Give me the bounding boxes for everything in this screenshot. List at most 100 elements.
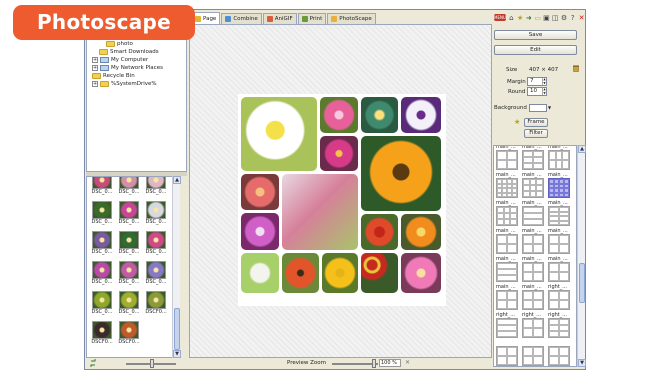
thumbnail-item[interactable]: DSC_0... xyxy=(89,291,115,316)
tree-item[interactable]: + My Computer xyxy=(92,56,148,64)
layout-template[interactable]: main_... xyxy=(548,228,572,254)
collage-cell-orange[interactable] xyxy=(401,214,441,250)
scroll-down-arrow-icon[interactable]: ▼ xyxy=(173,350,181,358)
thumbnail-item[interactable]: DSCF0... xyxy=(116,321,142,346)
preview-zoom-value[interactable]: 100 % xyxy=(379,359,401,367)
thumbnail-scrollbar[interactable]: ▲ ▼ xyxy=(172,176,181,358)
scroll-up-arrow-icon[interactable]: ▲ xyxy=(173,176,181,184)
tab-print[interactable]: Print xyxy=(297,13,327,24)
layout-template[interactable] xyxy=(522,340,546,366)
expand-icon[interactable]: + xyxy=(92,57,98,63)
layout-template[interactable]: main_... xyxy=(496,172,520,198)
star-icon[interactable]: ★ xyxy=(517,14,524,22)
layout-scrollbar[interactable]: ▲ ▼ xyxy=(577,145,586,367)
refresh-icon[interactable] xyxy=(89,359,97,367)
thumbnail-item[interactable]: DSC_0... xyxy=(116,201,142,226)
thumbnail-item[interactable]: DSC_0... xyxy=(116,261,142,286)
layout-template[interactable] xyxy=(548,340,572,366)
filter-button[interactable]: Filter xyxy=(524,129,548,138)
layout-template[interactable]: main_... xyxy=(496,284,520,310)
preview-zoom-slider-knob[interactable] xyxy=(372,359,376,368)
thumbnail-size-slider-knob[interactable] xyxy=(150,359,154,368)
layout-template[interactable]: main_... xyxy=(522,146,546,170)
layout-template[interactable]: main_... xyxy=(548,172,572,198)
thumbnail-item[interactable]: DSC_0... xyxy=(116,231,142,256)
layout-template[interactable]: main_... xyxy=(522,256,546,282)
layout-template[interactable]: main_... xyxy=(548,256,572,282)
round-stepper[interactable]: 10 ▲ ▼ xyxy=(527,87,547,96)
tree-item[interactable]: Recycle Bin xyxy=(92,72,135,80)
thumbnail-list[interactable]: DSC_0... DSC_0... DSC_0... DSC_0... DSC_0...… xyxy=(86,176,180,358)
home-icon[interactable]: ⌂ xyxy=(508,14,515,22)
scrollbar-thumb[interactable] xyxy=(174,308,180,350)
scrollbar-thumb[interactable] xyxy=(579,263,585,303)
tree-item[interactable]: photo xyxy=(106,40,133,48)
thumbnail-item[interactable]: DSC_0... xyxy=(89,261,115,286)
close-icon[interactable]: ✕ xyxy=(578,14,585,22)
spin-arrows-icon[interactable]: ▲ ▼ xyxy=(542,77,546,85)
window-split-icon[interactable]: ◫ xyxy=(552,14,559,22)
collage-cell-red-rose[interactable] xyxy=(361,214,398,250)
margin-stepper[interactable]: 7 ▲ ▼ xyxy=(527,77,547,86)
tree-item[interactable]: Smart Downloads xyxy=(99,48,159,56)
tab-combine[interactable]: Combine xyxy=(221,13,262,24)
collage-cell-blossom[interactable] xyxy=(282,174,358,250)
thumbnail-item[interactable]: DSC_0... xyxy=(116,177,142,196)
layout-template[interactable] xyxy=(496,340,520,366)
layout-template[interactable]: right_... xyxy=(548,284,572,310)
scroll-down-arrow-icon[interactable]: ▼ xyxy=(578,359,586,367)
thumbnail-item[interactable]: DSC_0... xyxy=(89,231,115,256)
thumbnail-item[interactable]: DSC_0... xyxy=(89,177,115,196)
spin-arrows-icon[interactable]: ▲ ▼ xyxy=(542,87,546,95)
expand-icon[interactable]: + xyxy=(92,81,98,87)
thumbnail-item[interactable]: DSC_0... xyxy=(143,261,169,286)
layout-template[interactable]: main_... xyxy=(496,228,520,254)
collage-page[interactable] xyxy=(238,94,446,306)
layout-template[interactable]: main_... xyxy=(522,228,546,254)
background-color-picker[interactable] xyxy=(529,104,547,112)
close-preview-icon[interactable]: ✕ xyxy=(405,359,410,366)
tree-item[interactable]: + My Network Places xyxy=(92,64,163,72)
frame-button[interactable]: Frame xyxy=(524,118,548,127)
thumbnail-item[interactable]: DSC_0... xyxy=(143,201,169,226)
layout-template[interactable]: main_... xyxy=(548,200,572,226)
folder-open-icon[interactable]: ▭ xyxy=(534,14,541,22)
settings-icon[interactable]: ⚙ xyxy=(561,14,568,22)
thumbnail-item[interactable]: DSC_0... xyxy=(89,201,115,226)
collage-cell-heart[interactable] xyxy=(241,253,279,293)
collage-cell-orchid[interactable] xyxy=(241,213,279,250)
thumbnail-item[interactable]: DSC_0... xyxy=(143,231,169,256)
layout-template[interactable]: main_... xyxy=(522,172,546,198)
thumbnail-item[interactable]: DSCF0... xyxy=(143,291,169,316)
thumbnail-item[interactable]: DSCF0... xyxy=(89,321,115,346)
collage-cell-pink-dahlia[interactable] xyxy=(320,97,358,133)
edit-button[interactable]: Edit xyxy=(494,45,577,55)
window-icon[interactable]: ▣ xyxy=(543,14,550,22)
tab-anigif[interactable]: AniGIF xyxy=(262,13,297,24)
menu-button[interactable]: MENU xyxy=(494,14,506,21)
tab-page[interactable]: Page xyxy=(191,12,221,24)
layout-template[interactable]: main_... xyxy=(522,200,546,226)
collage-cell-gerbera-pink[interactable] xyxy=(241,174,279,210)
scroll-up-arrow-icon[interactable]: ▲ xyxy=(578,145,586,153)
arrow-icon[interactable]: ➜ xyxy=(525,14,532,22)
layout-template[interactable]: main_... xyxy=(548,146,572,170)
collage-cell-small-red[interactable] xyxy=(361,253,398,293)
trash-icon[interactable] xyxy=(573,65,579,72)
layout-template[interactable]: right_... xyxy=(548,312,572,338)
thumbnail-item[interactable]: DSC_0... xyxy=(143,177,169,196)
layout-template[interactable]: main_... xyxy=(496,256,520,282)
background-dropdown-arrow-icon[interactable]: ▼ xyxy=(548,104,551,112)
expand-icon[interactable]: + xyxy=(92,65,98,71)
tree-item[interactable]: + %SystemDrive% xyxy=(92,80,157,88)
layout-template[interactable]: main_... xyxy=(522,284,546,310)
collage-cell-pink-star[interactable] xyxy=(401,253,441,293)
collage-cell-magenta[interactable] xyxy=(320,136,358,171)
layout-template[interactable]: main_... xyxy=(496,146,520,170)
layout-template[interactable]: right_... xyxy=(496,312,520,338)
tab-photoscape[interactable]: PhotoScape xyxy=(327,13,376,24)
collage-cell-poppy[interactable] xyxy=(282,253,319,293)
collage-cell-yellow[interactable] xyxy=(322,253,358,293)
thumbnail-item[interactable]: DSC_0... xyxy=(116,291,142,316)
layout-template-list[interactable]: main_... main_... main_... main_... main_...… xyxy=(493,145,577,367)
